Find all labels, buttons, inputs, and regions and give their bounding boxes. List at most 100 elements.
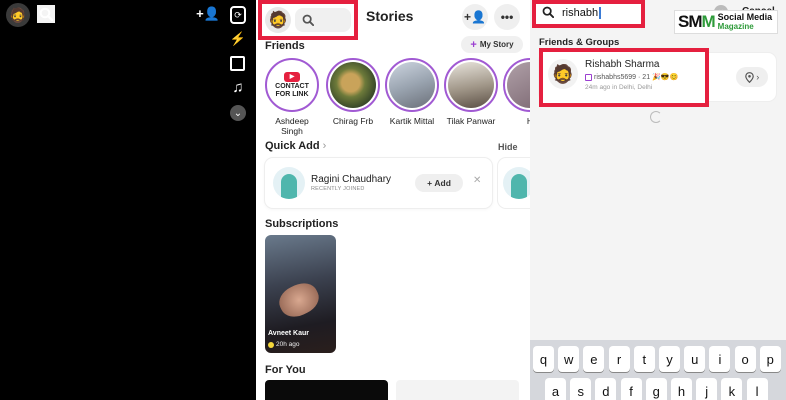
screenshot-root: 🧔 +👤 ⟳ ⚡ ♫ ⌄ 🧔 Stories +👤 ••• Friends + …: [0, 0, 786, 400]
for-you-card[interactable]: [265, 380, 388, 400]
film-icon[interactable]: [230, 56, 245, 71]
quick-add-card[interactable]: [498, 158, 530, 208]
search-input[interactable]: rishabh: [532, 0, 645, 28]
for-you-title: For You: [265, 364, 306, 376]
keyboard-key[interactable]: g: [645, 378, 667, 400]
watermark-letters-b: M: [701, 12, 716, 31]
friend-story[interactable]: ▶ CONTACT FOR LINK Ashdeep Singh: [265, 58, 319, 136]
keyboard-key[interactable]: w: [558, 346, 580, 372]
page-title: Stories: [366, 8, 414, 24]
add-friend-icon[interactable]: +👤: [462, 4, 488, 30]
music-icon[interactable]: ♫: [230, 79, 246, 96]
camera-panel: 🧔 +👤 ⟳ ⚡ ♫ ⌄: [0, 0, 256, 400]
quick-add-card[interactable]: Ragini Chaudhary RECENTLY JOINED + Add ✕: [265, 158, 492, 208]
friend-name: Ashdeep Singh: [275, 116, 309, 136]
keyboard-key[interactable]: u: [684, 346, 706, 372]
chevron-down-icon[interactable]: ⌄: [230, 105, 246, 121]
dismiss-icon[interactable]: ✕: [473, 175, 481, 186]
keyboard-key[interactable]: k: [721, 378, 743, 400]
quick-add-subtitle: RECENTLY JOINED: [311, 186, 365, 192]
search-button[interactable]: [295, 8, 351, 32]
quick-add-name: Ragini Chaudhary: [311, 174, 392, 185]
keyboard-key[interactable]: s: [570, 378, 592, 400]
stories-panel: 🧔 Stories +👤 ••• Friends + My Story ▶ CO…: [256, 0, 530, 400]
search-query: rishabh: [562, 7, 601, 20]
keyboard-key[interactable]: j: [696, 378, 718, 400]
friend-story[interactable]: Tilak Panwar: [444, 58, 498, 126]
story-text: CONTACT: [275, 82, 309, 90]
friend-name: Kartik Mittal: [389, 116, 435, 126]
friend-story[interactable]: Kartik Mittal: [385, 58, 439, 126]
watermark-line2: Magazine: [717, 22, 754, 31]
keyboard-key[interactable]: e: [583, 346, 605, 372]
friend-story[interactable]: H: [503, 58, 530, 126]
loading-spinner-icon: [650, 111, 662, 123]
add-friend-icon[interactable]: +👤: [196, 5, 220, 23]
keyboard-key[interactable]: a: [545, 378, 566, 400]
search-panel: rishabh ✕ Cancel SMM Social Media Magazi…: [530, 0, 786, 400]
youtube-icon: ▶: [284, 71, 300, 82]
keyboard-key[interactable]: f: [620, 378, 642, 400]
my-story-button[interactable]: + My Story: [461, 36, 523, 53]
search-query-text: rishabh: [562, 7, 599, 19]
search-icon: [542, 6, 555, 21]
keyboard-key[interactable]: q: [533, 346, 554, 372]
avatar: [503, 167, 530, 199]
friend-name: Tilak Panwar: [446, 116, 496, 126]
result-location: 24m ago in Delhi, Delhi: [585, 84, 653, 91]
subscription-name: Avneet Kaur: [268, 330, 309, 337]
time-label: 20h ago: [276, 341, 300, 348]
watermark-letters-a: SM: [678, 12, 702, 31]
keyboard-key[interactable]: i: [709, 346, 731, 372]
chevron-right-icon: ›: [322, 140, 327, 152]
add-friend-button[interactable]: + Add: [415, 174, 463, 192]
profile-avatar[interactable]: 🧔: [6, 3, 30, 27]
keyboard-key[interactable]: r: [608, 346, 630, 372]
story-thumbnail: [507, 62, 530, 108]
search-icon[interactable]: [37, 5, 55, 23]
friend-story[interactable]: Chirag Frb: [326, 58, 380, 126]
keyboard-key[interactable]: l: [746, 378, 768, 400]
friends-label: Friends: [265, 40, 305, 52]
search-result-highlight[interactable]: 🧔 Rishabh Sharma rishabhs5699 · 21 🎉😎😊 2…: [539, 48, 709, 107]
plus-icon: +: [427, 178, 433, 188]
story-thumbnail: [330, 62, 376, 108]
search-icon: [302, 14, 314, 26]
subscription-card[interactable]: Avneet Kaur 20h ago: [265, 235, 336, 353]
watermark-letters: SMM: [678, 12, 716, 32]
section-title: Friends & Groups: [539, 37, 620, 48]
location-pin-icon: [744, 71, 754, 83]
keyboard-key[interactable]: y: [659, 346, 680, 372]
result-username: rishabhs5699: [594, 73, 637, 81]
add-label: Add: [434, 178, 451, 188]
story-thumbnail: [389, 62, 435, 108]
highlight-box-search: 🧔: [258, 0, 358, 40]
subscription-thumbnail: [274, 277, 324, 323]
more-options-icon[interactable]: •••: [494, 4, 520, 30]
my-story-label: My Story: [479, 40, 514, 49]
friend-name: H: [526, 116, 530, 126]
for-you-card[interactable]: [396, 380, 519, 400]
flash-off-icon[interactable]: ⚡: [230, 31, 246, 47]
keyboard-key[interactable]: h: [671, 378, 692, 400]
story-text: FOR LINK: [275, 90, 309, 98]
story-thumbnail: [448, 62, 494, 108]
hide-button[interactable]: Hide: [498, 142, 518, 152]
flip-camera-icon[interactable]: ⟳: [230, 6, 246, 24]
plus-icon: +: [470, 38, 477, 51]
keyboard: qwertyuiop asdfghjkl: [530, 340, 786, 400]
location-pin-button[interactable]: ›: [736, 67, 768, 87]
badge-icon: [268, 341, 274, 348]
keyboard-key[interactable]: p: [759, 346, 781, 372]
result-meta: rishabhs5699 · 21 🎉😎😊: [585, 73, 678, 81]
keyboard-key[interactable]: o: [734, 346, 756, 372]
story-thumbnail: ▶ CONTACT FOR LINK: [269, 62, 315, 108]
keyboard-key[interactable]: t: [633, 346, 655, 372]
result-name: Rishabh Sharma: [585, 59, 660, 70]
profile-avatar[interactable]: 🧔: [265, 7, 291, 33]
quick-add-title[interactable]: Quick Add ›: [265, 140, 326, 152]
watermark-logo: SMM Social Media Magazine: [674, 10, 778, 34]
keyboard-key[interactable]: d: [595, 378, 617, 400]
subscriptions-title: Subscriptions: [265, 218, 339, 230]
chevron-right-icon: ›: [756, 72, 760, 82]
